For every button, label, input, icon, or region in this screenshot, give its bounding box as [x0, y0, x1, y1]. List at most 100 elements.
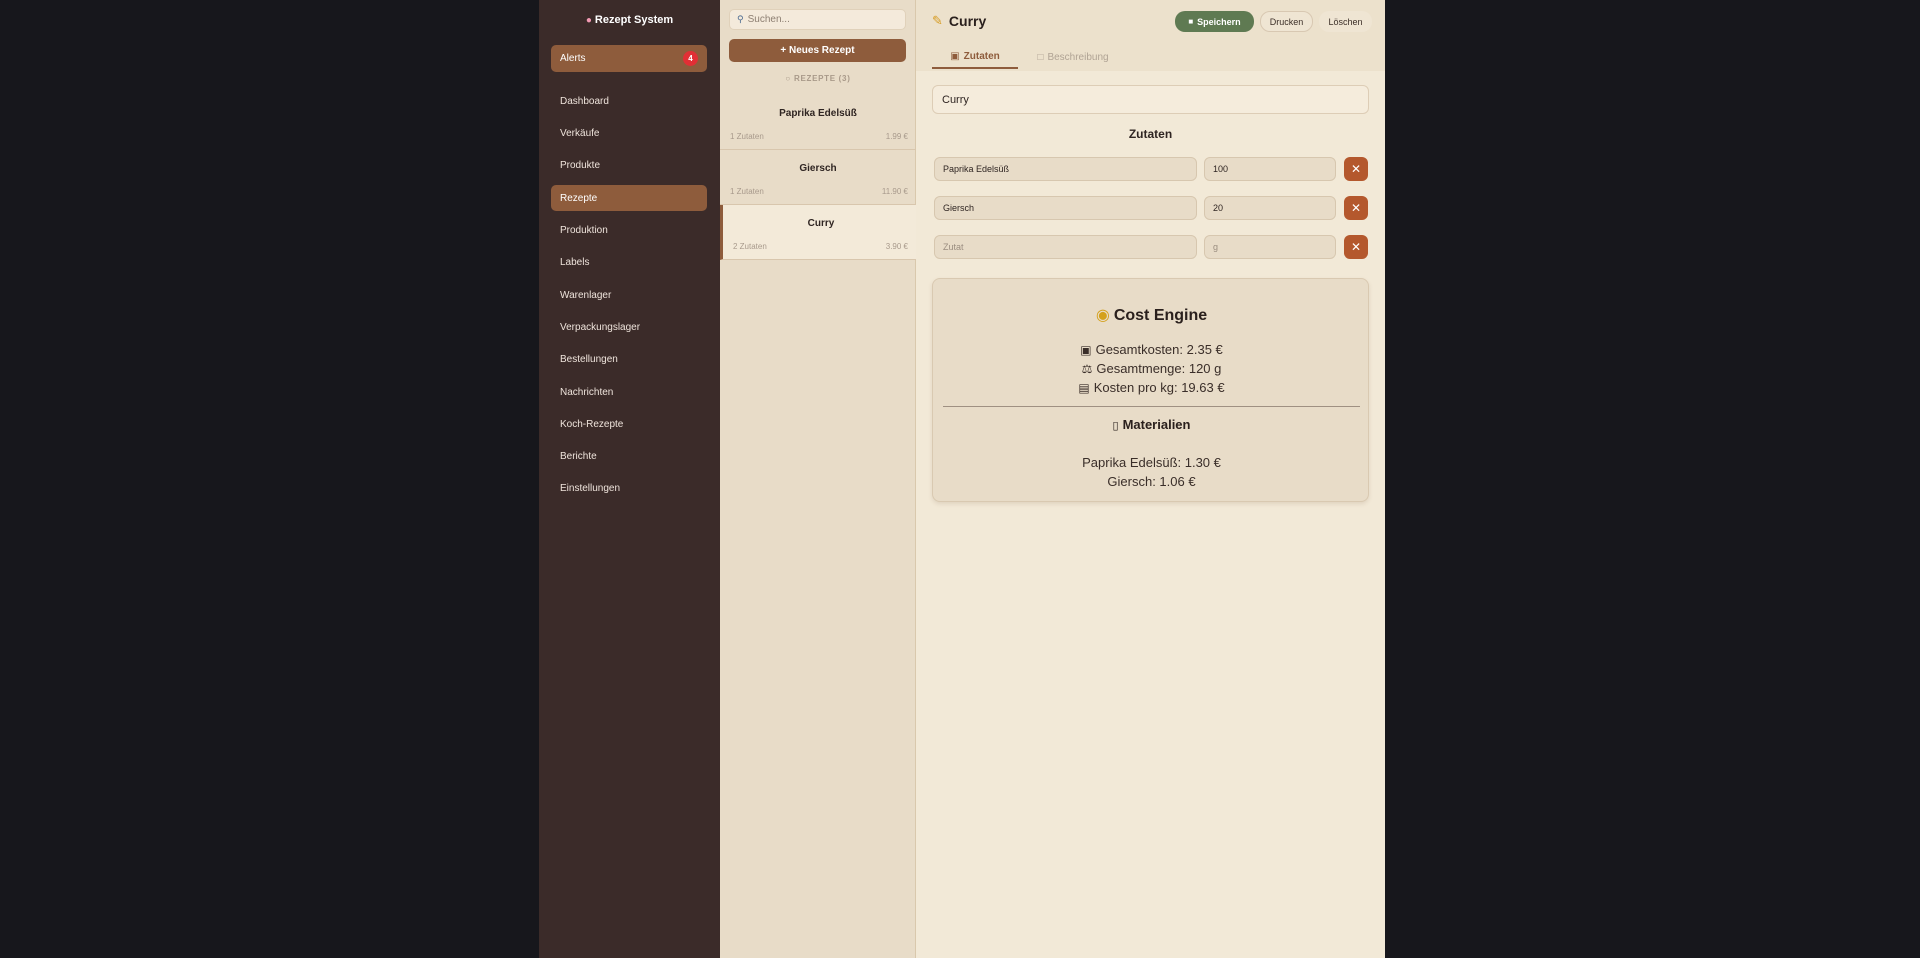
recipe-name: Giersch — [799, 163, 837, 174]
page-title: ✎ Curry — [932, 13, 986, 29]
sidebar-item-label: Warenlager — [560, 289, 612, 301]
sidebar-item-label: Nachrichten — [560, 386, 614, 398]
ingredient-name-field[interactable]: Giersch — [934, 196, 1197, 220]
material-line: Paprika Edelsüß: 1.30 € — [1082, 455, 1221, 470]
scale-icon: ⚖ — [1081, 362, 1093, 376]
cost-per-kg: ▤ Kosten pro kg: 19.63 € — [933, 380, 1370, 395]
recipe-list-item-selected[interactable]: Curry 2 Zutaten 3.90 € — [720, 205, 916, 260]
pencil-icon: ✎ — [932, 13, 943, 28]
total-cost-text: Gesamtkosten: 2.35 € — [1095, 342, 1223, 357]
search-placeholder: Suchen... — [747, 14, 790, 25]
sidebar-item-produkte[interactable]: Produkte — [551, 152, 707, 178]
total-amount-text: Gesamtmenge: 120 g — [1096, 361, 1222, 376]
tab-beschreibung[interactable]: □ Beschreibung — [1028, 46, 1118, 69]
ingredient-quantity-field[interactable]: 100 — [1204, 157, 1336, 181]
new-ingredient-quantity-field[interactable]: g — [1204, 235, 1336, 259]
recipe-ingredient-count: 1 Zutaten — [730, 132, 764, 141]
recipe-ingredient-count: 2 Zutaten — [733, 242, 767, 251]
document-icon: □ — [1037, 52, 1044, 63]
tab-zutaten[interactable]: ▣ Zutaten — [932, 46, 1018, 69]
sidebar-item-label: Produkte — [560, 159, 601, 171]
sidebar-item-label: Koch-Rezepte — [560, 418, 624, 430]
sidebar: ● Rezept System Alerts 4 Dashboard Verkäu… — [539, 0, 720, 958]
divider — [943, 406, 1360, 407]
recipe-list-item[interactable]: Paprika Edelsüß 1 Zutaten 1.99 € — [720, 95, 916, 150]
sidebar-item-verkaeufe[interactable]: Verkäufe — [551, 120, 707, 146]
recipe-price: 3.90 € — [885, 242, 908, 251]
ingredient-name-field[interactable]: Paprika Edelsüß — [934, 157, 1197, 181]
materials-title: ▯ Materialien — [933, 417, 1370, 432]
close-icon: ✕ — [1350, 201, 1362, 215]
search-icon: ⚲ — [737, 14, 744, 24]
app-brand: ● Rezept System — [539, 14, 720, 26]
recipe-list-item[interactable]: Giersch 1 Zutaten 11.90 € — [720, 150, 916, 205]
remove-ingredient-button[interactable]: ✕ — [1344, 235, 1368, 259]
editor-header: ✎ Curry ■ Speichern Drucken Löschen ▣ Zutat… — [916, 0, 1385, 71]
sidebar-item-label: Dashboard — [560, 95, 609, 107]
sidebar-item-label: Einstellungen — [560, 482, 621, 494]
pot-icon: ○ — [785, 74, 791, 83]
sidebar-item-dashboard[interactable]: Dashboard — [551, 88, 707, 114]
recipe-ingredient-count: 1 Zutaten — [730, 187, 764, 196]
recipe-list-panel: ⚲ Suchen... + Neues Rezept ○ REZEPTE (3) … — [720, 0, 916, 958]
sidebar-item-label: Bestellungen — [560, 353, 618, 365]
sidebar-item-koch-rezepte[interactable]: Koch-Rezepte — [551, 411, 707, 437]
ingredients-section-title: Zutaten — [1128, 127, 1173, 141]
sidebar-item-label: Verkäufe — [560, 127, 600, 139]
jar-icon: ▯ — [1112, 420, 1119, 432]
recipe-name-input[interactable]: Curry — [932, 85, 1369, 114]
cost-engine-title-text: Cost Engine — [1113, 307, 1208, 324]
ingredient-quantity-field[interactable]: 20 — [1204, 196, 1336, 220]
sidebar-item-label: Verpackungslager — [560, 321, 641, 333]
remove-ingredient-button[interactable]: ✕ — [1344, 157, 1368, 181]
sidebar-item-warenlager[interactable]: Warenlager — [551, 282, 707, 308]
new-ingredient-name-field[interactable]: Zutat — [934, 235, 1197, 259]
sidebar-item-nachrichten[interactable]: Nachrichten — [551, 379, 707, 405]
brain-icon: ● — [585, 15, 592, 26]
page-title-text: Curry — [948, 13, 987, 29]
print-button[interactable]: Drucken — [1260, 11, 1313, 32]
sidebar-item-berichte[interactable]: Berichte — [551, 443, 707, 469]
remove-ingredient-button[interactable]: ✕ — [1344, 196, 1368, 220]
sidebar-item-label: Produktion — [560, 224, 608, 236]
sidebar-item-rezepte[interactable]: Rezepte — [551, 185, 707, 211]
tab-label: Zutaten — [963, 51, 1000, 62]
box-icon: ▣ — [1080, 343, 1092, 357]
sidebar-item-produktion[interactable]: Produktion — [551, 217, 707, 243]
cost-per-kg-text: Kosten pro kg: 19.63 € — [1093, 380, 1225, 395]
save-icon: ■ — [1188, 17, 1194, 26]
bar-chart-icon: ▤ — [1078, 381, 1090, 395]
sidebar-item-verpackungslager[interactable]: Verpackungslager — [551, 314, 707, 340]
tab-label: Beschreibung — [1047, 52, 1109, 63]
alerts-button[interactable]: Alerts 4 — [551, 45, 707, 72]
recipe-name: Paprika Edelsüß — [779, 108, 857, 119]
sidebar-item-einstellungen[interactable]: Einstellungen — [551, 475, 707, 501]
box-icon: ▣ — [950, 51, 960, 62]
recipe-name: Curry — [807, 218, 835, 229]
brand-label: Rezept System — [594, 14, 674, 26]
cost-engine-title: ◉ Cost Engine — [933, 305, 1370, 325]
save-button[interactable]: ■ Speichern — [1175, 11, 1254, 32]
sidebar-item-label: Berichte — [560, 450, 597, 462]
materials-title-text: Materialien — [1122, 417, 1191, 432]
save-button-label: Speichern — [1197, 16, 1241, 27]
alerts-count-badge: 4 — [683, 51, 698, 66]
sidebar-item-labels[interactable]: Labels — [551, 249, 707, 275]
app-window: ● Rezept System Alerts 4 Dashboard Verkäu… — [539, 0, 1385, 958]
new-recipe-button[interactable]: + Neues Rezept — [729, 39, 906, 62]
sidebar-item-label: Rezepte — [560, 192, 598, 204]
delete-button[interactable]: Löschen — [1319, 11, 1372, 32]
cost-engine-card: ◉ Cost Engine ▣ Gesamtkosten: 2.35 € ⚖ Gesa… — [932, 278, 1369, 502]
total-cost: ▣ Gesamtkosten: 2.35 € — [933, 342, 1370, 357]
alerts-label: Alerts — [560, 53, 586, 64]
sidebar-item-bestellungen[interactable]: Bestellungen — [551, 346, 707, 372]
search-input[interactable]: ⚲ Suchen... — [729, 9, 906, 30]
money-bag-icon: ◉ — [1095, 307, 1110, 324]
recipe-price: 1.99 € — [885, 132, 908, 141]
recipe-list-header: ○ REZEPTE (3) — [720, 74, 916, 83]
close-icon: ✕ — [1350, 240, 1362, 254]
recipe-editor: ✎ Curry ■ Speichern Drucken Löschen ▣ Zutat… — [916, 0, 1385, 958]
material-line: Giersch: 1.06 € — [1107, 474, 1196, 489]
total-amount: ⚖ Gesamtmenge: 120 g — [933, 361, 1370, 376]
close-icon: ✕ — [1350, 162, 1362, 176]
